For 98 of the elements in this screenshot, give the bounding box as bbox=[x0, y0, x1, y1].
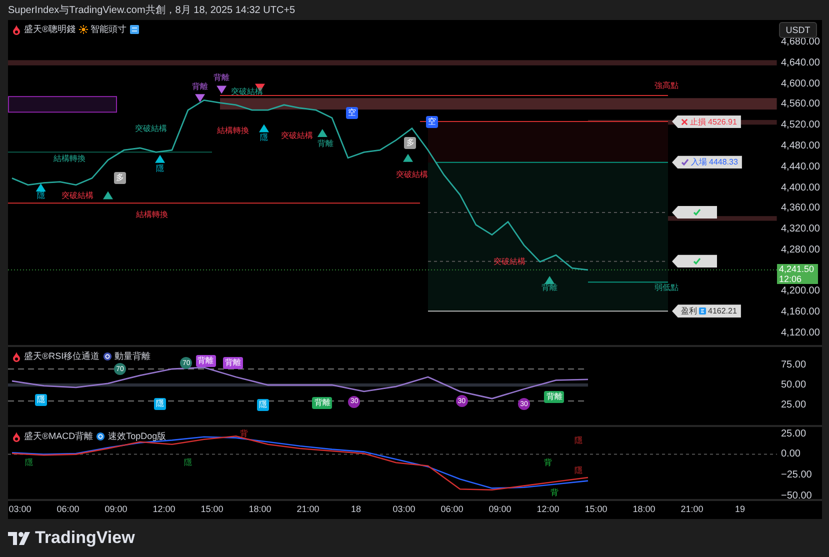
signal-badge: 隱 bbox=[34, 394, 47, 406]
flame-icon bbox=[12, 352, 21, 362]
signal-label: 背離 bbox=[214, 73, 230, 84]
grid-icon bbox=[130, 25, 139, 34]
axis-label: −25.00 bbox=[781, 470, 812, 480]
time-label: 19 bbox=[735, 504, 745, 514]
swirl-icon bbox=[102, 352, 112, 361]
indicator-setting: 速效TopDog版 bbox=[108, 430, 166, 443]
signal-label: 突破結構 bbox=[280, 130, 313, 141]
time-label: 21:00 bbox=[296, 504, 320, 514]
indicator-name: 盛天®RSI移位通道 bbox=[24, 350, 100, 363]
axis-label: 0.00 bbox=[781, 448, 800, 460]
signal-label: 隱 bbox=[156, 164, 164, 174]
signal-label: 隱 bbox=[24, 458, 33, 468]
signal-label: 突破結構 bbox=[135, 124, 168, 134]
axis-label: 4,320.00 bbox=[781, 224, 820, 235]
signal-badge: 隱 bbox=[154, 398, 166, 410]
axis-label: 4,280.00 bbox=[781, 244, 820, 256]
time-label: 06:00 bbox=[56, 504, 80, 514]
axis-label: 25.00 bbox=[781, 428, 806, 440]
time-label: 15:00 bbox=[584, 504, 608, 514]
signal-badge: 背離 bbox=[312, 397, 332, 410]
signal-badge: 背離 bbox=[222, 356, 243, 369]
axis-label: 4,400.00 bbox=[781, 182, 820, 193]
time-label: 06:00 bbox=[440, 504, 464, 514]
flame-icon bbox=[12, 24, 21, 34]
signal-label: 隱 bbox=[574, 466, 582, 476]
signal-label: 突破結構 bbox=[62, 191, 94, 202]
axis-label: 75.00 bbox=[781, 360, 806, 370]
level-tag: 盈利 4162.21 bbox=[672, 304, 741, 318]
time-label: 12:00 bbox=[152, 504, 176, 514]
currency-button[interactable]: USDT bbox=[779, 22, 817, 38]
signal-badge: 隱 bbox=[257, 399, 270, 411]
signal-label: 隱 bbox=[184, 458, 192, 468]
signal-badge: 背離 bbox=[196, 355, 216, 367]
axis-label: −50.00 bbox=[781, 490, 812, 502]
check-icon bbox=[681, 158, 689, 166]
signal-badge: 背離 bbox=[544, 391, 564, 403]
signal-label: 突破結構 bbox=[396, 170, 428, 180]
check-icon bbox=[693, 208, 701, 216]
axis-label: 4,600.00 bbox=[781, 78, 820, 90]
time-label: 12:00 bbox=[536, 504, 560, 514]
indicator-setting: 智能頭寸 bbox=[90, 23, 127, 36]
signal-label: 隱 bbox=[36, 190, 45, 201]
indicator-name: 盛天®聰明錢 bbox=[24, 23, 76, 36]
square-icon bbox=[699, 308, 706, 315]
signal-badge: 多 bbox=[114, 172, 126, 184]
time-label: 09:00 bbox=[104, 504, 128, 514]
time-label: 03:00 bbox=[8, 504, 32, 514]
cross-icon bbox=[681, 118, 688, 126]
check-icon bbox=[693, 258, 701, 265]
brand-name: TradingView bbox=[35, 528, 135, 548]
indicator-name: 盛天®MACD背離 bbox=[24, 430, 94, 443]
axis-label: 4,520.00 bbox=[781, 120, 820, 131]
signal-label: 隱 bbox=[574, 436, 582, 446]
axis-label: 4,640.00 bbox=[781, 57, 820, 68]
signal-label: 背離 bbox=[542, 282, 558, 293]
time-label: 18 bbox=[351, 504, 361, 514]
signal-label: 強高點 bbox=[654, 81, 678, 92]
logo-icon bbox=[8, 532, 30, 544]
signal-label: 突破結構 bbox=[494, 256, 526, 267]
signal-label: 隱 bbox=[260, 133, 268, 144]
flame-icon bbox=[12, 432, 21, 442]
axis-label: 4,160.00 bbox=[781, 306, 820, 318]
time-label: 21:00 bbox=[680, 504, 704, 514]
signal-label: 結構轉換 bbox=[54, 154, 86, 164]
signal-label: 突破結構 bbox=[231, 86, 264, 97]
axis-label: 4,120.00 bbox=[781, 328, 820, 339]
signal-label: 背 bbox=[550, 488, 558, 498]
sun-icon bbox=[78, 25, 88, 34]
signal-badge: 空 bbox=[426, 116, 438, 128]
time-label: 18:00 bbox=[248, 504, 272, 514]
axis-label: 25.00 bbox=[781, 400, 806, 410]
axis-label: 4,560.00 bbox=[781, 98, 820, 110]
axis-label: 4,200.00 bbox=[781, 286, 820, 297]
level-tag: 入場 4448.33 bbox=[672, 156, 742, 169]
time-label: 18:00 bbox=[632, 504, 656, 514]
axis-label: 50.00 bbox=[781, 380, 806, 390]
signal-label: 背 bbox=[544, 458, 552, 468]
signal-label: 弱低點 bbox=[654, 282, 678, 293]
signal-badge: 空 bbox=[346, 107, 358, 120]
swirl-icon bbox=[96, 432, 106, 441]
time-label: 03:00 bbox=[392, 504, 416, 514]
axis-label: 4,480.00 bbox=[781, 140, 820, 152]
time-label: 15:00 bbox=[200, 504, 224, 514]
signal-label: 結構轉換 bbox=[216, 126, 249, 136]
signal-label: 結構轉換 bbox=[136, 210, 168, 220]
axis-label: 4,440.00 bbox=[781, 161, 820, 172]
axis-label: 4,360.00 bbox=[781, 202, 820, 214]
time-label: 09:00 bbox=[488, 504, 512, 514]
signal-label: 背離 bbox=[318, 138, 334, 149]
price-tag: 4,241.50 12:06 bbox=[777, 264, 818, 284]
chart-caption: SuperIndex与TradingView.com共創，8月 18, 2025 14:32 UTC+5 bbox=[8, 4, 296, 17]
signal-badge: 多 bbox=[404, 136, 416, 149]
signal-label: 背離 bbox=[192, 82, 208, 92]
signal-label: 背 bbox=[240, 429, 248, 440]
level-tag: 止損 4526.91 bbox=[672, 115, 741, 128]
indicator-setting: 動量背離 bbox=[114, 350, 151, 363]
